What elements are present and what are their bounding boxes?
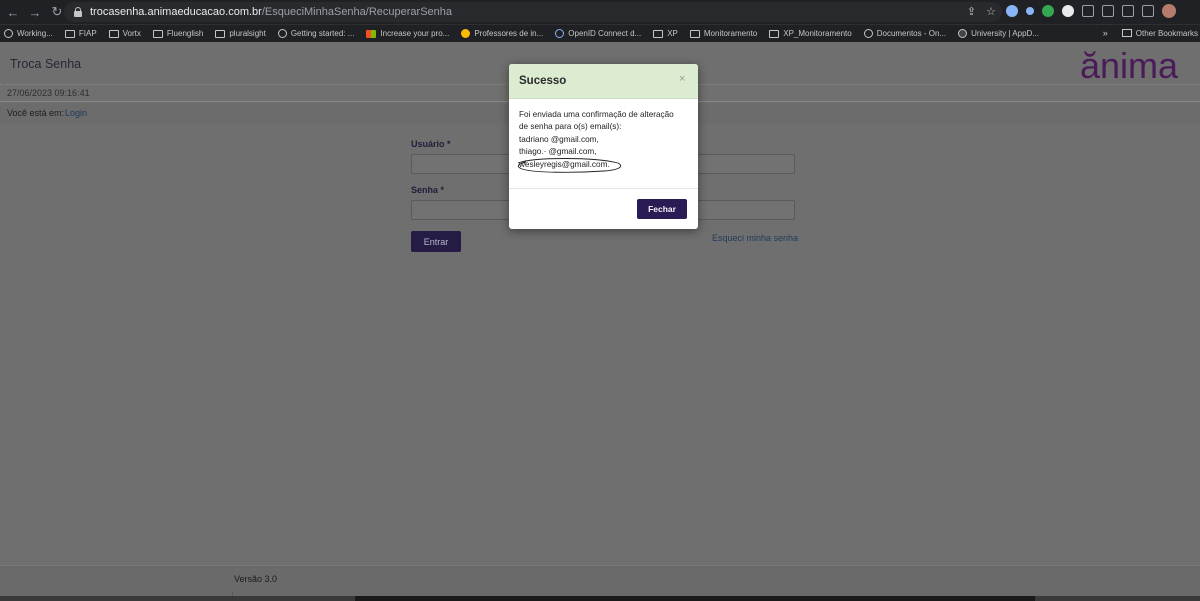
- svg-text:ănima: ănima: [1080, 46, 1179, 84]
- bookmark-item[interactable]: Working...: [4, 29, 53, 38]
- version-text: Versão 3.0: [234, 574, 278, 584]
- bookmark-folder[interactable]: XP_Monitoramento: [769, 29, 852, 38]
- gear-icon: [555, 29, 565, 38]
- success-modal: Sucesso × Foi enviada uma confirmação de…: [509, 64, 698, 229]
- fechar-button[interactable]: Fechar: [637, 199, 687, 219]
- media-icon[interactable]: [1122, 5, 1134, 17]
- more-bookmarks-icon[interactable]: »: [1103, 28, 1108, 38]
- entrar-button[interactable]: Entrar: [411, 231, 461, 252]
- page-title: Troca Senha: [10, 57, 82, 71]
- message-line: de senha para o(s) email(s):: [519, 122, 622, 132]
- anima-logo: ănima: [1080, 46, 1179, 84]
- modal-title: Sucesso: [519, 75, 567, 87]
- python-icon: [461, 29, 471, 38]
- folder-icon: [152, 29, 163, 38]
- folder-icon: [1121, 29, 1132, 37]
- bookmark-item[interactable]: Getting started: ...: [277, 29, 354, 38]
- puzzle-icon[interactable]: [1102, 5, 1114, 17]
- azure-icon: [4, 29, 13, 38]
- usuario-label: Usuário *: [411, 139, 451, 149]
- bookmark-item[interactable]: Documentos - On...: [863, 29, 946, 38]
- star-icon[interactable]: ☆: [986, 5, 996, 18]
- appd-icon: [958, 29, 968, 38]
- message-line: Foi enviada uma confirmação de alteração: [519, 110, 674, 119]
- modal-header: Sucesso ×: [509, 64, 698, 99]
- bookmark-item[interactable]: Professores de in...: [461, 29, 543, 38]
- share-icon[interactable]: ⇪: [967, 5, 976, 18]
- folder-icon: [108, 29, 119, 38]
- globe-icon: [863, 29, 873, 38]
- footer: Versão 3.0: [0, 565, 1200, 600]
- email-line: tadriano @gmail.com,: [519, 134, 599, 144]
- breadcrumb-link-login[interactable]: Login: [65, 108, 87, 118]
- bookmark-folder[interactable]: XP: [653, 29, 678, 38]
- bottom-strip: [0, 596, 1200, 601]
- bookmark-folder[interactable]: Vortx: [108, 29, 141, 38]
- bookmark-folder[interactable]: pluralsight: [215, 29, 266, 38]
- lock-icon: [74, 7, 82, 17]
- pen-icon[interactable]: [1026, 7, 1034, 15]
- url-path: /EsqueciMinhaSenha/RecuperarSenha: [261, 6, 453, 18]
- extension-icon[interactable]: [1006, 5, 1018, 17]
- back-icon[interactable]: ←: [4, 3, 22, 21]
- close-icon[interactable]: ×: [679, 73, 685, 85]
- folder-icon: [653, 29, 664, 38]
- breadcrumb-label: Você está em:: [7, 108, 65, 118]
- bookmark-item[interactable]: Increase your pro...: [366, 29, 449, 38]
- sidebar-icon[interactable]: [1142, 5, 1154, 17]
- other-bookmarks[interactable]: Other Bookmarks: [1136, 29, 1198, 38]
- extension-icon[interactable]: [1082, 5, 1094, 17]
- x-icon: [277, 29, 287, 38]
- bookmarks-bar: Working... FIAP Vortx Fluenglish plurals…: [0, 24, 1200, 42]
- folder-icon: [215, 29, 226, 38]
- white-circle-icon[interactable]: [1062, 5, 1074, 17]
- microsoft-icon: [366, 29, 377, 38]
- folder-icon: [689, 29, 700, 38]
- profile-avatar[interactable]: [1162, 4, 1176, 18]
- bookmark-item[interactable]: University | AppD...: [958, 29, 1039, 38]
- folder-icon: [64, 29, 75, 38]
- grammar-icon[interactable]: [1042, 5, 1054, 17]
- forgot-password-link[interactable]: Esqueci minha senha: [712, 233, 798, 243]
- bookmark-folder[interactable]: Monitoramento: [689, 29, 757, 38]
- handdrawn-circle-mark: [517, 158, 622, 173]
- modal-divider: [509, 188, 698, 189]
- bookmark-item[interactable]: OpenID Connect d...: [555, 29, 641, 38]
- url-host: trocasenha.animaeducacao.com.br: [90, 6, 262, 18]
- senha-label: Senha *: [411, 185, 445, 195]
- address-bar[interactable]: trocasenha.animaeducacao.com.br/EsqueciM…: [64, 2, 1002, 22]
- bookmark-folder[interactable]: FIAP: [64, 29, 97, 38]
- browser-toolbar: ← → ↻ trocasenha.animaeducacao.com.br/Es…: [0, 0, 1200, 24]
- folder-icon: [769, 29, 780, 38]
- bookmark-folder[interactable]: Fluenglish: [152, 29, 203, 38]
- forward-icon[interactable]: →: [26, 3, 44, 21]
- datetime: 27/06/2023 09:16:41: [7, 88, 90, 98]
